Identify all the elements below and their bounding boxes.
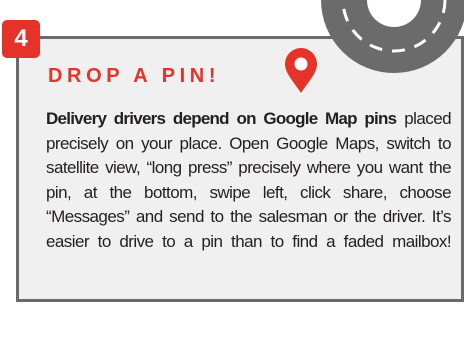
- card-heading: DROP A PIN!: [48, 65, 221, 87]
- card-body-text: Delivery drivers depend on Google Map pi…: [46, 107, 452, 255]
- map-pin-icon: [285, 48, 317, 93]
- road-curve-icon: [321, 0, 464, 73]
- card-lead-text: Delivery drivers depend on Google Map pi…: [46, 109, 397, 128]
- card-detail-text: placed precisely on your place. Open Goo…: [46, 109, 452, 251]
- step-number-badge: 4: [2, 20, 40, 58]
